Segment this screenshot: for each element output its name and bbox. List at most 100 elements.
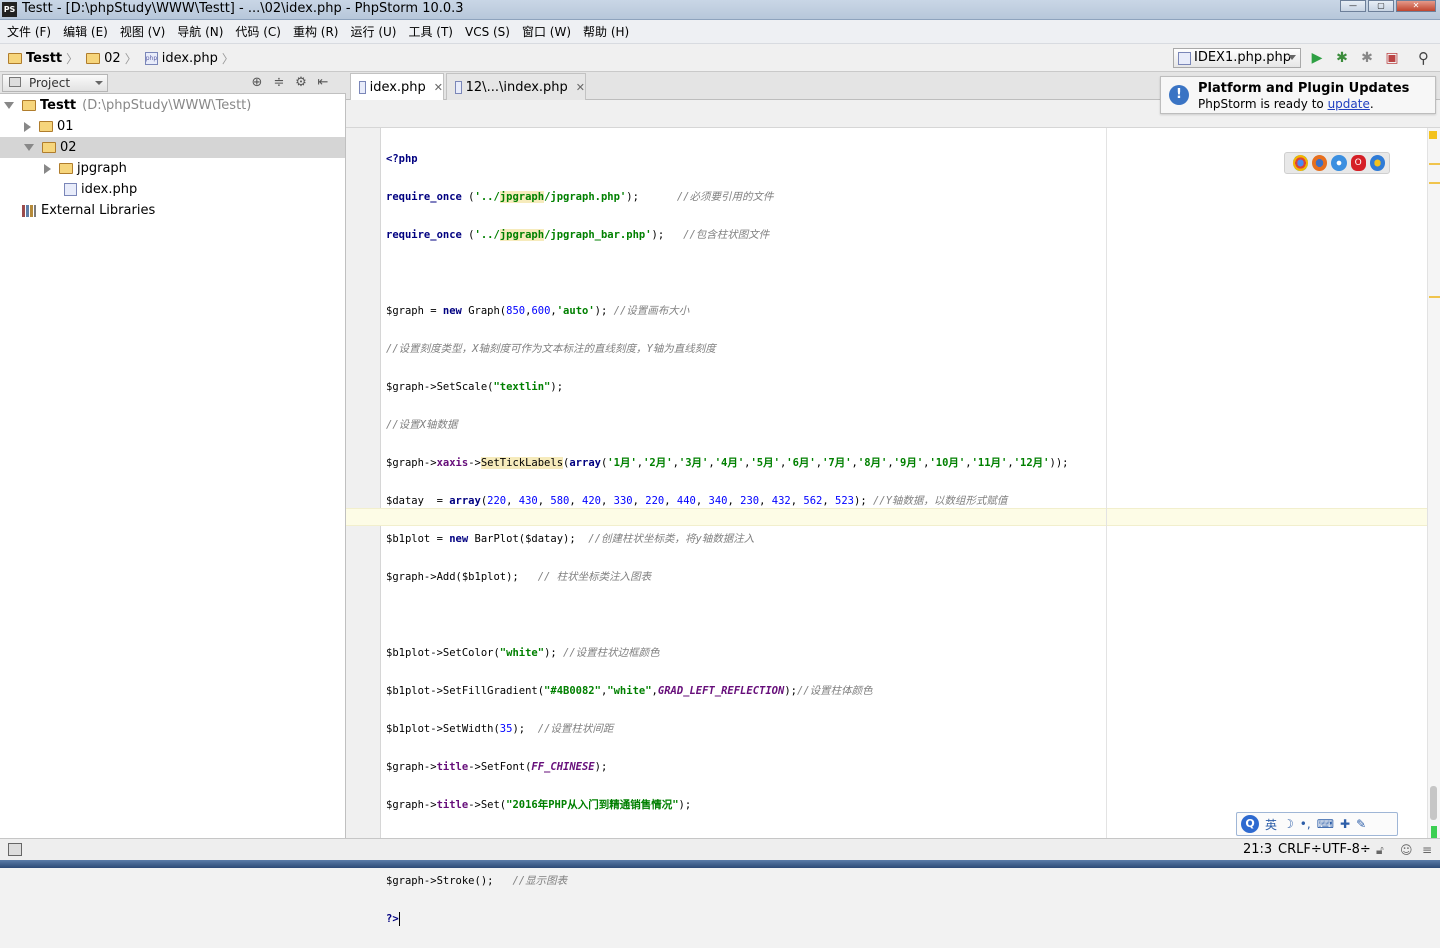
menu-code[interactable]: 代码 (C): [235, 23, 281, 40]
run-configuration-select[interactable]: IDEX1.php.php: [1173, 48, 1301, 68]
tree-node-folder-01[interactable]: 01: [0, 116, 345, 137]
menu-edit[interactable]: 编辑 (E): [63, 23, 108, 40]
close-tab-icon[interactable]: ✕: [434, 81, 443, 94]
tree-node-folder-02[interactable]: 02: [0, 137, 345, 158]
tree-node-file-idex-php[interactable]: idex.php: [0, 179, 345, 200]
expand-arrow-icon[interactable]: [24, 121, 31, 132]
menu-window[interactable]: 窗口 (W): [522, 23, 571, 40]
menu-refactor[interactable]: 重构 (R): [293, 23, 339, 40]
stripe-mark[interactable]: [1429, 182, 1440, 184]
editor-scrollbar[interactable]: [1430, 786, 1437, 820]
folder-icon: [59, 163, 73, 174]
punctuation-icon[interactable]: •,: [1300, 817, 1311, 831]
menu-help[interactable]: 帮助 (H): [583, 23, 629, 40]
editor-gutter[interactable]: [346, 128, 381, 838]
breadcrumb-folder[interactable]: 02 〉: [86, 50, 141, 67]
close-button[interactable]: ✕: [1396, 0, 1436, 12]
code-line: require_once ('../jpgraph/jpgraph_bar.ph…: [386, 229, 770, 241]
caret-position[interactable]: 21:3: [1243, 842, 1272, 857]
browser-preview-bar: O: [1284, 152, 1390, 174]
ime-language-toggle[interactable]: 英: [1265, 816, 1277, 833]
stripe-mark[interactable]: [1429, 163, 1440, 165]
firefox-icon[interactable]: [1312, 155, 1328, 171]
code-content[interactable]: <?php require_once ('../jpgraph/jpgraph.…: [386, 131, 1068, 948]
maximize-button[interactable]: ▢: [1368, 0, 1394, 12]
project-view-select[interactable]: Project: [2, 74, 108, 92]
tab-label: idex.php: [369, 79, 426, 95]
encoding-selector[interactable]: UTF-8÷: [1322, 842, 1371, 857]
error-stripe[interactable]: [1427, 128, 1440, 838]
menu-tools[interactable]: 工具 (T): [408, 23, 453, 40]
moon-icon[interactable]: ☽: [1283, 817, 1294, 831]
menu-file[interactable]: 文件 (F): [7, 23, 51, 40]
coverage-icon[interactable]: ✱: [1358, 49, 1376, 67]
close-tab-icon[interactable]: ✕: [576, 81, 585, 94]
gear-icon[interactable]: ⚙: [290, 75, 312, 90]
run-toolbar: ▶ ✱ ✱ ▣: [1308, 49, 1408, 67]
tree-node-label: 01: [57, 119, 74, 134]
hector-icon[interactable]: ☺: [1400, 843, 1413, 857]
menu-navigate[interactable]: 导航 (N): [177, 23, 223, 40]
tab-index-php[interactable]: 12\...\index.php ✕: [446, 73, 586, 100]
tree-node-label: jpgraph: [77, 161, 127, 176]
breadcrumb-file[interactable]: php idex.php 〉: [144, 50, 238, 67]
code-line: require_once ('../jpgraph/jpgraph.php');…: [386, 191, 774, 203]
code-line: $graph->xaxis->SetTickLabels(array('1月',…: [386, 457, 1069, 469]
expand-arrow-icon[interactable]: [4, 102, 14, 109]
warning-marker-icon[interactable]: [1429, 131, 1437, 139]
project-panel-tools: ⊕ ≑ ⚙ ⇤: [246, 75, 334, 90]
opera-icon[interactable]: O: [1350, 155, 1366, 171]
run-icon[interactable]: ▶: [1308, 49, 1326, 67]
scroll-from-source-icon[interactable]: ⊕: [246, 75, 268, 90]
ie-icon[interactable]: [1369, 155, 1386, 171]
breadcrumb-label: idex.php: [161, 51, 218, 66]
ime-logo-icon[interactable]: Q: [1241, 815, 1259, 833]
expand-arrow-icon[interactable]: [24, 144, 34, 151]
event-log-icon[interactable]: ≡: [1422, 843, 1432, 857]
window-title: Testt - [D:\phpStudy\WWW\Testt] - ...\02…: [22, 1, 464, 16]
chevron-right-icon: 〉: [221, 52, 234, 66]
tree-node-folder-jpgraph[interactable]: jpgraph: [0, 158, 345, 179]
tree-node-project-root[interactable]: Testt (D:\phpStudy\WWW\Testt): [0, 95, 345, 116]
breadcrumb-project[interactable]: Testt 〉: [8, 50, 82, 67]
notification-suffix: .: [1369, 97, 1374, 111]
navigation-bar: Testt 〉 02 〉 php idex.php 〉 IDEX1.php.ph…: [0, 44, 1440, 72]
tree-node-external-libraries[interactable]: External Libraries: [0, 200, 345, 221]
update-link[interactable]: update: [1328, 97, 1370, 111]
stop-icon[interactable]: ▣: [1383, 49, 1401, 67]
menu-bar: 文件 (F) 编辑 (E) 视图 (V) 导航 (N) 代码 (C) 重构 (R…: [0, 20, 1440, 44]
notification-title: Platform and Plugin Updates: [1198, 81, 1410, 96]
os-taskbar: [0, 860, 1440, 868]
update-notification[interactable]: ! Platform and Plugin Updates PhpStorm i…: [1160, 76, 1436, 114]
notification-body: PhpStorm is ready to update.: [1198, 97, 1374, 111]
expand-arrow-icon[interactable]: [44, 163, 51, 174]
line-separator-selector[interactable]: CRLF÷: [1278, 842, 1322, 857]
php-file-icon: [1178, 52, 1191, 65]
project-tree: Testt (D:\phpStudy\WWW\Testt) 01 02 jpgr…: [0, 94, 346, 838]
folder-icon: [8, 53, 22, 64]
menu-run[interactable]: 运行 (U): [351, 23, 397, 40]
tree-node-label: Testt: [40, 98, 77, 113]
stripe-mark[interactable]: [1429, 296, 1440, 298]
lock-icon[interactable]: 🔓︎: [1376, 843, 1384, 858]
tab-idex-php[interactable]: idex.php ✕: [350, 73, 444, 100]
tree-node-label: External Libraries: [41, 203, 156, 218]
code-line: //设置X轴数据: [386, 419, 458, 431]
hide-panel-icon[interactable]: ⇤: [312, 75, 334, 90]
chrome-icon[interactable]: [1293, 155, 1309, 171]
collapse-all-icon[interactable]: ≑: [268, 75, 290, 90]
keyboard-icon[interactable]: ⌨: [1317, 817, 1334, 831]
debug-icon[interactable]: ✱: [1333, 49, 1351, 67]
tools-icon[interactable]: ✚: [1340, 817, 1350, 831]
wrench-icon[interactable]: ✎: [1356, 817, 1366, 831]
menu-view[interactable]: 视图 (V): [120, 23, 165, 40]
code-line: $graph->SetScale("textlin");: [386, 381, 564, 393]
safari-icon[interactable]: [1331, 155, 1347, 171]
tool-windows-toggle-icon[interactable]: [8, 843, 22, 856]
menu-vcs[interactable]: VCS (S): [465, 25, 510, 39]
minimize-button[interactable]: —: [1340, 0, 1366, 12]
code-line: $graph->Stroke(); //显示图表: [386, 875, 568, 887]
php-file-icon: php: [144, 52, 158, 65]
code-line: ?>: [386, 912, 400, 926]
search-icon[interactable]: ⚲: [1418, 49, 1429, 67]
